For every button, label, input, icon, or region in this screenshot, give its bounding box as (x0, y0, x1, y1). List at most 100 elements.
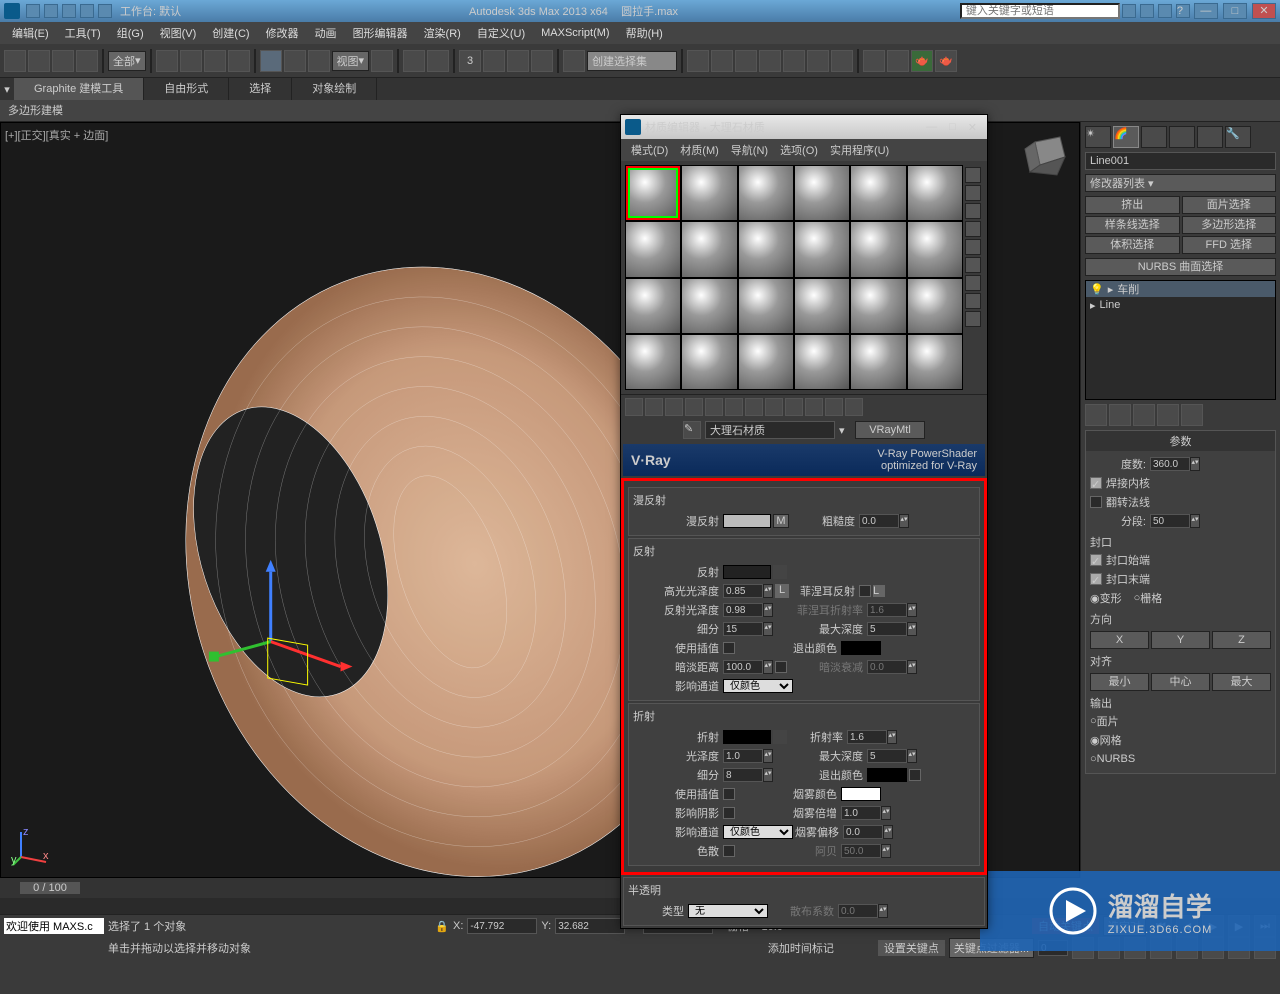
assign-to-sel-icon[interactable] (665, 398, 683, 416)
segments-spinner[interactable] (1150, 514, 1190, 528)
ribbon-tab-freeform[interactable]: 自由形式 (144, 78, 229, 100)
menu-edit[interactable]: 编辑(E) (4, 25, 57, 41)
edit-named-sel-icon[interactable] (563, 50, 585, 72)
params-header[interactable]: 参数 (1086, 431, 1275, 451)
sample-slot[interactable] (625, 278, 681, 334)
select-manipulate-icon[interactable] (403, 50, 425, 72)
make-copy-icon[interactable] (705, 398, 723, 416)
viewport-label[interactable]: [+][正交][真实 + 边面] (5, 127, 108, 143)
abbe-spinner[interactable] (841, 844, 881, 858)
menu-group[interactable]: 组(G) (109, 25, 152, 41)
mat-map-nav-icon[interactable] (965, 311, 981, 327)
reflect-exit-swatch[interactable] (841, 641, 881, 655)
mod-splinesel-button[interactable]: 样条线选择 (1085, 216, 1180, 234)
ribbon-tab-paint[interactable]: 对象绘制 (292, 78, 377, 100)
render-icon[interactable]: 🫖 (911, 50, 933, 72)
video-check-icon[interactable] (965, 239, 981, 255)
mod-extrude-button[interactable]: 挤出 (1085, 196, 1180, 214)
stack-item-lathe[interactable]: 💡▸车削 (1086, 281, 1275, 297)
menu-grapheditors[interactable]: 图形编辑器 (345, 25, 416, 41)
reflect-map-button[interactable] (773, 565, 787, 579)
dialog-close-button[interactable]: ✕ (962, 121, 983, 134)
render-frame-icon[interactable] (887, 50, 909, 72)
create-tab-icon[interactable]: ✴ (1085, 126, 1111, 148)
sample-slot[interactable] (794, 334, 850, 390)
stack-item-line[interactable]: ▸Line (1086, 297, 1275, 313)
modifier-stack[interactable]: 💡▸车削 ▸Line (1085, 280, 1276, 400)
mat-menu-mode[interactable]: 模式(D) (625, 142, 674, 158)
menu-customize[interactable]: 自定义(U) (469, 25, 533, 41)
diffuse-map-button[interactable]: M (773, 514, 789, 528)
capstart-checkbox[interactable]: ✓ (1090, 554, 1102, 566)
material-name-input[interactable] (705, 421, 835, 439)
show-end-result-icon[interactable] (805, 398, 823, 416)
ribbon-expand-icon[interactable]: ▾ (0, 83, 14, 96)
fresnel-checkbox[interactable] (859, 585, 871, 597)
material-type-button[interactable]: VRayMtl (855, 421, 925, 439)
redo-icon[interactable] (28, 50, 50, 72)
render-prod-icon[interactable]: 🫖 (935, 50, 957, 72)
lock-icon[interactable]: 🔒 (435, 920, 449, 933)
configure-sets-icon[interactable] (1181, 404, 1203, 426)
reset-map-icon[interactable] (685, 398, 703, 416)
motion-tab-icon[interactable] (1169, 126, 1195, 148)
refract-map-button[interactable] (773, 730, 787, 744)
sample-slot[interactable] (850, 334, 906, 390)
weld-checkbox[interactable]: ✓ (1090, 477, 1102, 489)
refract-interp-checkbox[interactable] (723, 788, 735, 800)
sample-slot[interactable] (850, 221, 906, 277)
out-patch-radio[interactable]: ○ (1090, 715, 1097, 727)
mod-ffdsel-button[interactable]: FFD 选择 (1182, 236, 1277, 254)
remove-mod-icon[interactable] (1157, 404, 1179, 426)
pivot-icon[interactable] (371, 50, 393, 72)
options-icon[interactable] (965, 275, 981, 291)
sample-slot[interactable] (625, 334, 681, 390)
dimdist-spinner[interactable] (723, 660, 763, 674)
rotate-icon[interactable] (284, 50, 306, 72)
modifier-list-dropdown[interactable]: 修改器列表 ▾ (1085, 174, 1276, 192)
affect-shadows-checkbox[interactable] (723, 807, 735, 819)
go-parent-icon[interactable] (825, 398, 843, 416)
ribbon-tab-selection[interactable]: 选择 (229, 78, 292, 100)
mat-menu-utilities[interactable]: 实用程序(U) (824, 142, 895, 158)
mod-volsel-button[interactable]: 体积选择 (1085, 236, 1180, 254)
sample-slot[interactable] (738, 278, 794, 334)
sample-slot[interactable] (738, 334, 794, 390)
make-preview-icon[interactable] (965, 257, 981, 273)
dialog-maximize-button[interactable]: □ (943, 121, 962, 133)
sample-slot[interactable] (907, 334, 963, 390)
percent-snap-icon[interactable] (507, 50, 529, 72)
reflect-color-swatch[interactable] (723, 565, 771, 579)
keyboard-shortcut-icon[interactable] (427, 50, 449, 72)
mod-patchsel-button[interactable]: 面片选择 (1182, 196, 1277, 214)
degrees-spinner[interactable] (1150, 457, 1190, 471)
make-unique-icon[interactable] (1133, 404, 1155, 426)
uv-tiling-icon[interactable] (965, 221, 981, 237)
move-icon[interactable] (260, 50, 282, 72)
reflect-subdiv-spinner[interactable] (723, 622, 763, 636)
sample-slot[interactable] (907, 278, 963, 334)
reflect-maxdepth-spinner[interactable] (867, 622, 907, 636)
refract-maxdepth-spinner[interactable] (867, 749, 907, 763)
fresnel-ior-spinner[interactable] (867, 603, 907, 617)
mat-menu-navigation[interactable]: 导航(N) (725, 142, 774, 158)
scatter-spinner[interactable] (838, 904, 878, 918)
mirror-icon[interactable] (687, 50, 709, 72)
viewcube[interactable] (1015, 127, 1075, 187)
dimfall-spinner[interactable] (867, 660, 907, 674)
fogbias-spinner[interactable] (843, 825, 883, 839)
out-nurbs-radio[interactable]: ○ (1090, 753, 1097, 765)
sample-slot[interactable] (681, 165, 737, 221)
diffuse-color-swatch[interactable] (723, 514, 771, 528)
selection-filter-dropdown[interactable]: 全部 ▾ (108, 51, 146, 71)
menu-maxscript[interactable]: MAXScript(M) (533, 27, 617, 39)
window-crossing-icon[interactable] (228, 50, 250, 72)
add-time-tag[interactable]: 添加时间标记 (768, 940, 834, 956)
undo-icon[interactable] (4, 50, 26, 72)
sample-slot[interactable] (907, 165, 963, 221)
axis-x-button[interactable]: X (1090, 631, 1149, 649)
qat-save-icon[interactable] (62, 4, 76, 18)
menu-animation[interactable]: 动画 (307, 25, 345, 41)
material-id-icon[interactable] (765, 398, 783, 416)
dispersion-checkbox[interactable] (723, 845, 735, 857)
